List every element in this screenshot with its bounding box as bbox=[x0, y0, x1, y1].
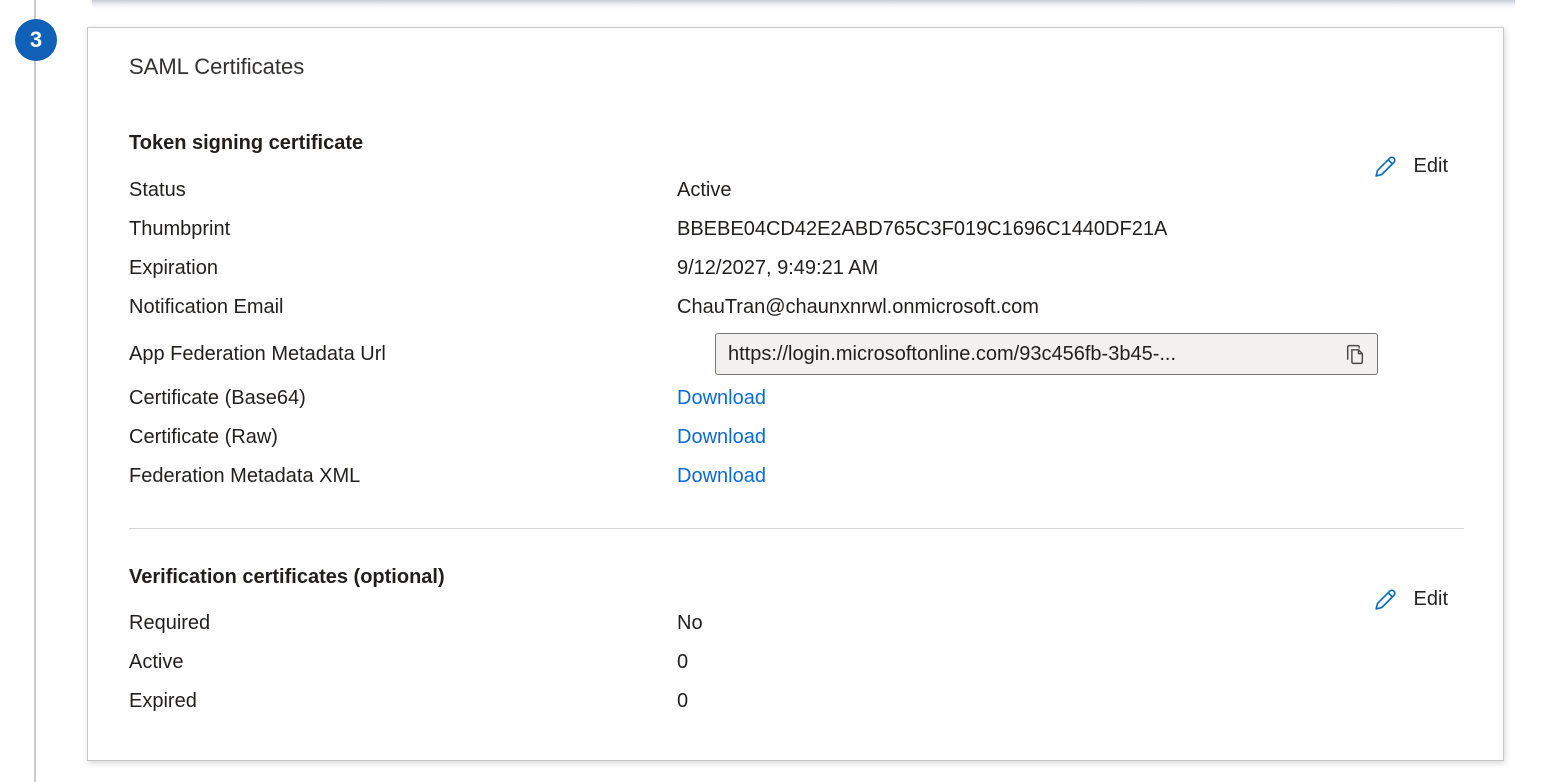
pencil-icon bbox=[1372, 153, 1399, 180]
previous-section-card-edge bbox=[92, 0, 1515, 9]
field-label: App Federation Metadata Url bbox=[129, 341, 677, 367]
field-label: Required bbox=[129, 610, 677, 636]
field-value: Active bbox=[677, 179, 731, 201]
metadata-url-value: https://login.microsoftonline.com/93c456… bbox=[728, 343, 1340, 366]
step-connector-line bbox=[34, 0, 36, 782]
field-label: Notification Email bbox=[129, 294, 677, 320]
field-row-certificate-base64: Certificate (Base64)Download bbox=[129, 385, 1443, 411]
field-label: Expiration bbox=[129, 255, 677, 281]
download-federation-metadata-xml-link[interactable]: Download bbox=[677, 465, 766, 487]
field-row-required: RequiredNo bbox=[129, 610, 1443, 636]
step-3-badge: 3 bbox=[15, 19, 57, 61]
field-row-thumbprint: ThumbprintBBEBE04CD42E2ABD765C3F019C1696… bbox=[129, 216, 1443, 242]
field-row-expired: Expired0 bbox=[129, 688, 1443, 714]
token-signing-heading: Token signing certificate bbox=[129, 130, 363, 156]
field-value: 0 bbox=[677, 651, 688, 673]
field-value: No bbox=[677, 612, 703, 634]
field-value: ChauTran@chaunxnrwl.onmicrosoft.com bbox=[677, 296, 1039, 318]
field-row-certificate-raw: Certificate (Raw)Download bbox=[129, 424, 1443, 450]
field-label: Certificate (Raw) bbox=[129, 424, 677, 450]
edit-button-label: Edit bbox=[1414, 155, 1448, 178]
field-label: Certificate (Base64) bbox=[129, 385, 677, 411]
field-value: 9/12/2027, 9:49:21 AM bbox=[677, 257, 878, 279]
field-row-federation-metadata-xml: Federation Metadata XMLDownload bbox=[129, 463, 1443, 489]
section-divider bbox=[129, 528, 1464, 529]
field-row-active: Active0 bbox=[129, 649, 1443, 675]
download-certificate-raw-link[interactable]: Download bbox=[677, 426, 766, 448]
field-label: Status bbox=[129, 177, 677, 203]
edit-button-label: Edit bbox=[1414, 588, 1448, 611]
card-title: SAML Certificates bbox=[129, 52, 304, 82]
field-label: Thumbprint bbox=[129, 216, 677, 242]
field-value: 0 bbox=[677, 690, 688, 712]
field-value: BBEBE04CD42E2ABD765C3F019C1696C1440DF21A bbox=[677, 218, 1167, 240]
step-number: 3 bbox=[30, 27, 42, 53]
copy-icon bbox=[1342, 342, 1367, 367]
field-label: Active bbox=[129, 649, 677, 675]
pencil-icon bbox=[1372, 586, 1399, 613]
copy-to-clipboard-button[interactable] bbox=[1340, 342, 1369, 367]
download-certificate-base64-link[interactable]: Download bbox=[677, 387, 766, 409]
field-row-expiration: Expiration9/12/2027, 9:49:21 AM bbox=[129, 255, 1443, 281]
field-label: Federation Metadata XML bbox=[129, 463, 677, 489]
saml-certificates-card: SAML Certificates Token signing certific… bbox=[87, 27, 1504, 761]
field-row-status: StatusActive bbox=[129, 177, 1443, 203]
field-row-notification-email: Notification EmailChauTran@chaunxnrwl.on… bbox=[129, 294, 1443, 320]
verification-certificates-heading: Verification certificates (optional) bbox=[129, 564, 445, 590]
field-label: Expired bbox=[129, 688, 677, 714]
app-federation-metadata-url-field[interactable]: https://login.microsoftonline.com/93c456… bbox=[715, 333, 1378, 375]
page: 3 SAML Certificates Token signing certif… bbox=[0, 0, 1544, 782]
